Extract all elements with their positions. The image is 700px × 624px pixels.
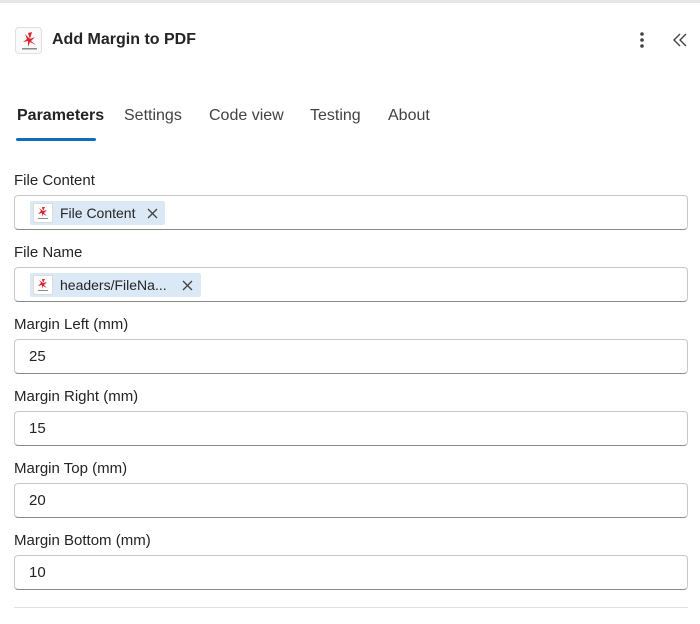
tab-code-view[interactable]: Code view (209, 104, 284, 142)
close-icon (182, 280, 193, 290)
pdf4me-logo-icon (15, 27, 42, 54)
margin-top-value: 20 (29, 492, 46, 509)
file-content-token[interactable]: File Content (30, 201, 166, 225)
page-title: Add Margin to PDF (52, 31, 196, 48)
double-chevron-left-icon (673, 33, 687, 47)
margin-bottom-label: Margin Bottom (mm) (14, 532, 151, 549)
tab-parameters[interactable]: Parameters (17, 104, 104, 142)
pdf4me-logo-icon (33, 203, 53, 223)
tab-testing[interactable]: Testing (310, 104, 361, 142)
tab-settings[interactable]: Settings (124, 104, 182, 142)
tab-bar: Parameters Settings Code view Testing Ab… (0, 104, 700, 144)
tab-about[interactable]: About (388, 104, 430, 142)
remove-token-button[interactable] (145, 206, 159, 220)
margin-right-value: 15 (29, 420, 46, 437)
token-label: headers/FileNa... (60, 277, 167, 293)
close-icon (147, 208, 158, 218)
more-vertical-icon (640, 32, 644, 48)
margin-bottom-input[interactable]: 10 (14, 555, 688, 590)
file-name-token[interactable]: headers/FileNa... (30, 273, 201, 297)
token-label: File Content (60, 205, 136, 221)
remove-token-button[interactable] (181, 278, 195, 292)
margin-right-label: Margin Right (mm) (14, 388, 139, 405)
collapse-panel-button[interactable] (668, 28, 692, 52)
pdf4me-logo-icon (33, 275, 53, 295)
divider (14, 607, 688, 608)
margin-right-input[interactable]: 15 (14, 411, 688, 446)
margin-left-value: 25 (29, 348, 46, 365)
file-name-label: File Name (14, 244, 83, 261)
panel-header: Add Margin to PDF (0, 22, 700, 60)
top-border (0, 0, 700, 3)
margin-top-input[interactable]: 20 (14, 483, 688, 518)
file-content-label: File Content (14, 172, 95, 189)
active-tab-indicator (16, 138, 96, 141)
margin-left-label: Margin Left (mm) (14, 316, 129, 333)
margin-left-input[interactable]: 25 (14, 339, 688, 374)
more-options-button[interactable] (630, 28, 654, 52)
margin-bottom-value: 10 (29, 564, 46, 581)
file-content-field[interactable]: File Content (14, 195, 688, 230)
margin-top-label: Margin Top (mm) (14, 460, 128, 477)
file-name-field[interactable]: headers/FileNa... (14, 267, 688, 302)
